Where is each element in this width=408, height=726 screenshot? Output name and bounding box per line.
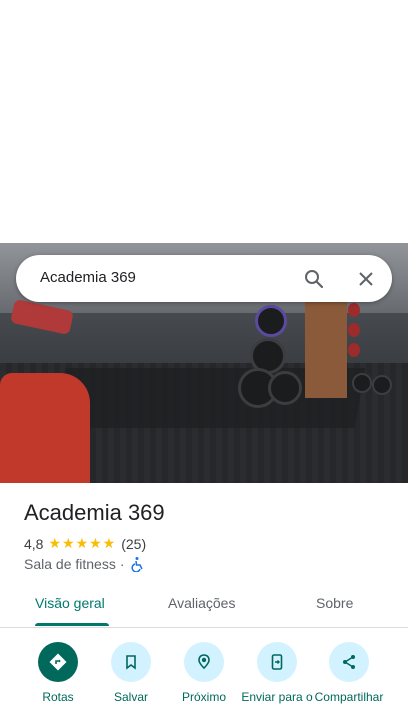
directions-button[interactable]: Rotas <box>21 642 95 704</box>
photo-kettlebell <box>348 343 360 357</box>
rating-value: 4,8 <box>24 535 44 552</box>
save-label: Salvar <box>113 690 148 704</box>
nearby-icon <box>184 642 224 682</box>
separator: · <box>119 556 125 572</box>
photo-kettlebell <box>348 323 360 337</box>
photo-dumbbell <box>352 373 372 393</box>
nearby-label: Próximo <box>181 690 226 704</box>
rating-stars: ★★★★★ <box>48 535 117 551</box>
nearby-button[interactable]: Próximo <box>167 642 241 704</box>
save-button[interactable]: Salvar <box>94 642 168 704</box>
search-input[interactable]: Academia 369 <box>40 269 136 286</box>
photo-dumbbell <box>372 375 392 395</box>
place-title: Academia 369 <box>24 500 165 525</box>
send-to-phone-label: Enviar para o <box>241 690 313 704</box>
share-label: Compartilhar <box>314 690 384 704</box>
map-blank-area <box>0 0 408 243</box>
search-bar[interactable]: Academia 369 <box>16 255 392 302</box>
search-icon[interactable] <box>302 267 326 291</box>
photo-pillar <box>305 298 347 398</box>
review-count: (25) <box>121 535 147 552</box>
active-tab-indicator <box>35 623 109 626</box>
send-to-phone-icon <box>257 642 297 682</box>
directions-label: Rotas <box>42 690 74 704</box>
tab-reviews[interactable]: Avaliações <box>168 595 235 611</box>
close-icon[interactable] <box>354 267 378 291</box>
directions-icon <box>38 642 78 682</box>
action-bar: Rotas Salvar Próximo Enviar para o Compa… <box>0 642 408 726</box>
photo-plate <box>255 305 287 337</box>
share-button[interactable]: Compartilhar <box>312 642 386 704</box>
share-icon <box>329 642 369 682</box>
send-to-phone-button[interactable]: Enviar para o <box>240 642 314 704</box>
category-row: Sala de fitness · <box>24 556 146 573</box>
bookmark-icon <box>111 642 151 682</box>
tab-bar: Visão geral Avaliações Sobre <box>0 583 408 628</box>
tab-overview[interactable]: Visão geral <box>35 595 105 611</box>
place-category: Sala de fitness <box>24 556 116 572</box>
photo-kettlebell <box>348 303 360 317</box>
tab-about[interactable]: Sobre <box>316 595 353 611</box>
rating-row[interactable]: 4,8 ★★★★★ (25) <box>24 535 146 552</box>
photo-plate <box>268 371 302 405</box>
photo-bench <box>0 373 90 483</box>
wheelchair-accessible-icon <box>130 556 146 573</box>
